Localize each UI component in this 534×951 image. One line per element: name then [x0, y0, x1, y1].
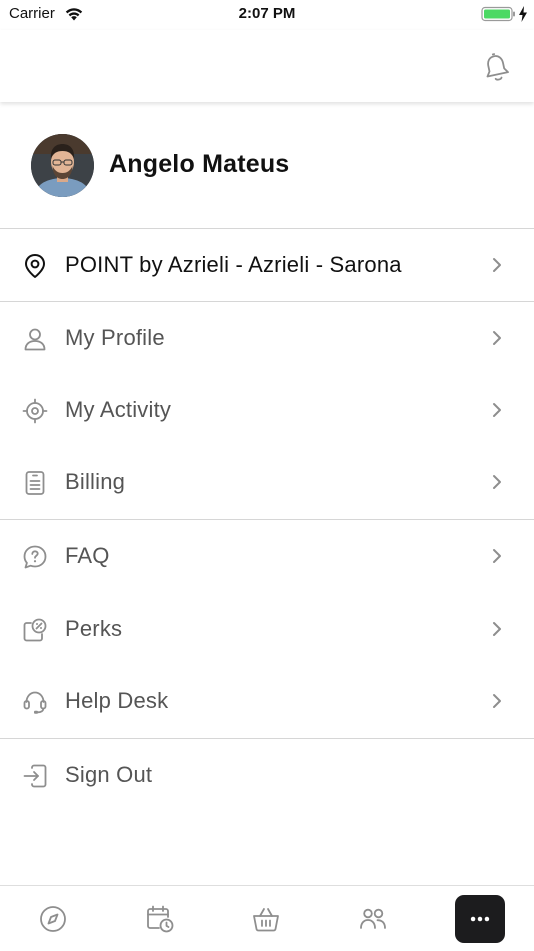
menu-item-label: My Profile — [65, 325, 165, 350]
question-bubble-icon — [23, 545, 47, 569]
clock-label: 2:07 PM — [238, 5, 296, 22]
calendar-clock-icon — [147, 905, 174, 932]
chevron-right-icon — [493, 622, 501, 636]
sign-out-button[interactable]: Sign Out — [0, 739, 534, 811]
menu-item-perks[interactable]: Perks — [0, 593, 534, 665]
headset-icon — [23, 691, 47, 714]
menu-item-faq[interactable]: FAQ — [0, 520, 534, 592]
bell-icon — [486, 53, 509, 81]
people-icon — [360, 908, 386, 929]
profile-section: Angelo Mateus — [0, 103, 534, 228]
more-icon — [470, 916, 490, 921]
location-pin-icon — [25, 254, 45, 278]
chevron-right-icon — [493, 258, 501, 272]
tab-bookings[interactable] — [107, 886, 213, 951]
tab-shop[interactable] — [213, 886, 319, 951]
crosshair-icon — [22, 398, 48, 424]
status-bar: Carrier 2:07 PM — [0, 0, 534, 30]
user-icon — [24, 328, 46, 351]
receipt-icon — [25, 471, 45, 495]
chevron-right-icon — [493, 331, 501, 345]
header-bar — [0, 30, 534, 102]
location-row[interactable]: POINT by Azrieli - Azrieli - Sarona — [0, 229, 534, 301]
menu-item-label: Help Desk — [65, 688, 169, 713]
menu-item-label: FAQ — [65, 543, 110, 568]
location-label: POINT by Azrieli - Azrieli - Sarona — [65, 252, 402, 277]
menu-item-label: My Activity — [65, 397, 172, 422]
tab-explore[interactable] — [0, 886, 106, 951]
compass-icon — [40, 905, 66, 932]
menu-item-label: Sign Out — [65, 762, 153, 787]
menu-item-help-desk[interactable]: Help Desk — [0, 665, 534, 737]
user-avatar[interactable] — [31, 134, 94, 197]
avatar-photo — [31, 134, 94, 197]
charging-bolt-icon — [519, 6, 527, 22]
chevron-right-icon — [493, 403, 501, 417]
sign-out-icon — [23, 764, 47, 788]
percent-tag-icon — [23, 618, 47, 642]
notifications-button[interactable] — [476, 48, 516, 88]
menu-item-label: Perks — [65, 616, 123, 641]
basket-icon — [253, 907, 279, 931]
menu-item-label: Billing — [65, 469, 126, 494]
tab-more-active-bg — [455, 894, 505, 943]
chevron-right-icon — [493, 549, 501, 563]
chevron-right-icon — [493, 694, 501, 708]
bottom-tab-bar — [0, 885, 534, 951]
tab-more[interactable] — [427, 886, 533, 951]
chevron-right-icon — [493, 475, 501, 489]
profile-name: Angelo Mateus — [109, 150, 290, 178]
tab-community[interactable] — [320, 886, 426, 951]
menu-item-my-activity[interactable]: My Activity — [0, 374, 534, 446]
menu-item-my-profile[interactable]: My Profile — [0, 302, 534, 374]
battery-icon — [481, 6, 515, 22]
menu-item-billing[interactable]: Billing — [0, 446, 534, 518]
